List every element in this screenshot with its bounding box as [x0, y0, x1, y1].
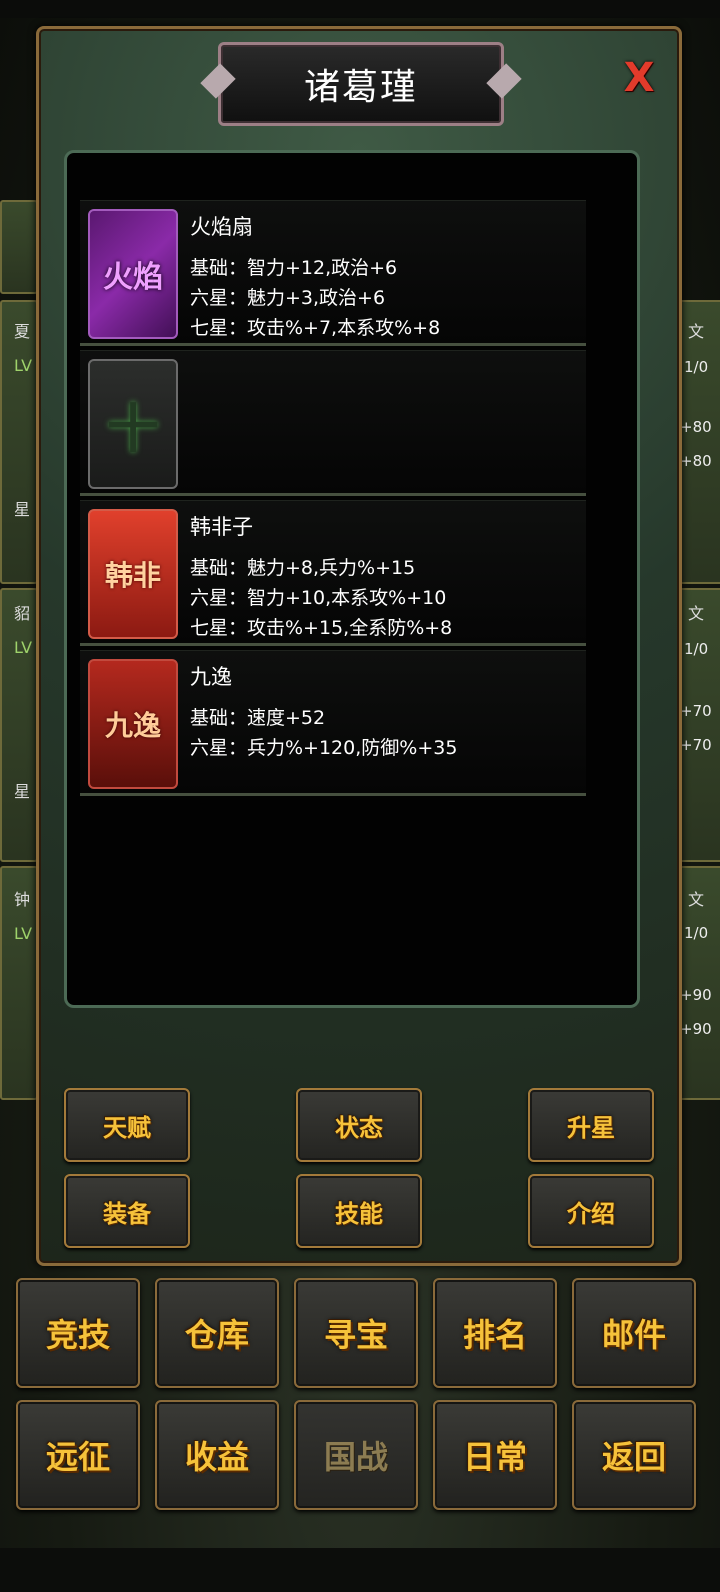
nav-treasure-button[interactable]: 寻宝 [294, 1278, 418, 1388]
equipment-row-empty[interactable]: 十 [80, 350, 586, 496]
bg-wen-3: 文 [688, 890, 705, 909]
bg-bonus-2: +80 [680, 452, 712, 470]
equipment-row[interactable]: 九逸 九逸 基础：速度+52 六星：兵力%+120,防御%+35 [80, 650, 586, 796]
bg-star-2: 星 [14, 782, 31, 801]
nav-income-button[interactable]: 收益 [155, 1400, 279, 1510]
empty-slot-icon[interactable]: 十 [88, 359, 178, 489]
bg-bonus-1: +80 [680, 418, 712, 436]
equipment-button[interactable]: 装备 [64, 1174, 190, 1248]
equipment-name: 火焰扇 [190, 215, 253, 239]
bg-bonus-6: +90 [680, 1020, 712, 1038]
book-icon: 韩非 [88, 509, 178, 639]
equipment-row[interactable]: 韩非 韩非子 基础：魅力+8,兵力%+15 六星：智力+10,本系攻%+10 七… [80, 500, 586, 646]
bg-bonus-4: +70 [680, 736, 712, 754]
equipment-row[interactable]: 火焰 火焰扇 基础：智力+12,政治+6 六星：魅力+3,政治+6 七星：攻击%… [80, 200, 586, 346]
bg-bonus-3: +70 [680, 702, 712, 720]
nav-mail-button[interactable]: 邮件 [572, 1278, 696, 1388]
bg-lv-3: LV [14, 924, 33, 943]
bg-wen-1: 文 [688, 322, 705, 341]
nav-arena-button[interactable]: 竞技 [16, 1278, 140, 1388]
close-icon: X [623, 55, 655, 101]
bg-ratio-3: 1/0 [684, 924, 709, 942]
modal-title: 诸葛瑾 [303, 67, 418, 108]
equipment-stat-line: 基础：智力+12,政治+6 [190, 257, 398, 279]
nav-daily-button[interactable]: 日常 [433, 1400, 557, 1510]
bg-star-1: 星 [14, 500, 31, 519]
bg-side-card-right-1 [676, 300, 720, 584]
equipment-stat-line: 七星：攻击%+7,本系攻%+8 [190, 317, 441, 339]
bg-side-card-left-1 [0, 200, 38, 294]
bg-hero-name-2: 貂 [14, 604, 31, 623]
bg-wen-2: 文 [688, 604, 705, 623]
bg-side-card-left-2 [0, 300, 38, 584]
nav-warehouse-button[interactable]: 仓库 [155, 1278, 279, 1388]
nav-expedition-button[interactable]: 远征 [16, 1400, 140, 1510]
bg-side-card-right-2 [676, 588, 720, 862]
status-button[interactable]: 状态 [296, 1088, 422, 1162]
nav-national-war-button[interactable]: 国战 [294, 1400, 418, 1510]
bg-lv-2: LV [14, 638, 33, 657]
intro-button[interactable]: 介绍 [528, 1174, 654, 1248]
flame-fan-icon: 火焰 [88, 209, 178, 339]
equipment-stat-line: 基础：魅力+8,兵力%+15 [190, 557, 416, 579]
bg-ratio-1: 1/0 [684, 358, 709, 376]
equipment-name: 九逸 [190, 665, 232, 689]
title-plate: 诸葛瑾 [218, 42, 504, 126]
talent-button[interactable]: 天赋 [64, 1088, 190, 1162]
bottom-bar [0, 1548, 720, 1592]
top-status-strip [0, 0, 720, 18]
bg-lv-1: LV [14, 356, 33, 375]
equipment-name: 韩非子 [190, 515, 253, 539]
bg-hero-name-1: 夏 [14, 322, 31, 341]
bg-hero-name-3: 钟 [14, 890, 31, 909]
equipment-stat-line: 七星：攻击%+15,全系防%+8 [190, 617, 453, 639]
equipment-stat-line: 六星：魅力+3,政治+6 [190, 287, 386, 309]
skills-button[interactable]: 技能 [296, 1174, 422, 1248]
equipment-stat-line: 六星：兵力%+120,防御%+35 [190, 737, 458, 759]
horse-icon: 九逸 [88, 659, 178, 789]
equipment-stat-line: 基础：速度+52 [190, 707, 326, 729]
nav-back-button[interactable]: 返回 [572, 1400, 696, 1510]
bg-ratio-2: 1/0 [684, 640, 709, 658]
star-up-button[interactable]: 升星 [528, 1088, 654, 1162]
bg-side-card-left-3 [0, 588, 38, 862]
bg-bonus-5: +90 [680, 986, 712, 1004]
equipment-stat-line: 六星：智力+10,本系攻%+10 [190, 587, 447, 609]
nav-ranking-button[interactable]: 排名 [433, 1278, 557, 1388]
close-button[interactable]: X [620, 56, 658, 100]
